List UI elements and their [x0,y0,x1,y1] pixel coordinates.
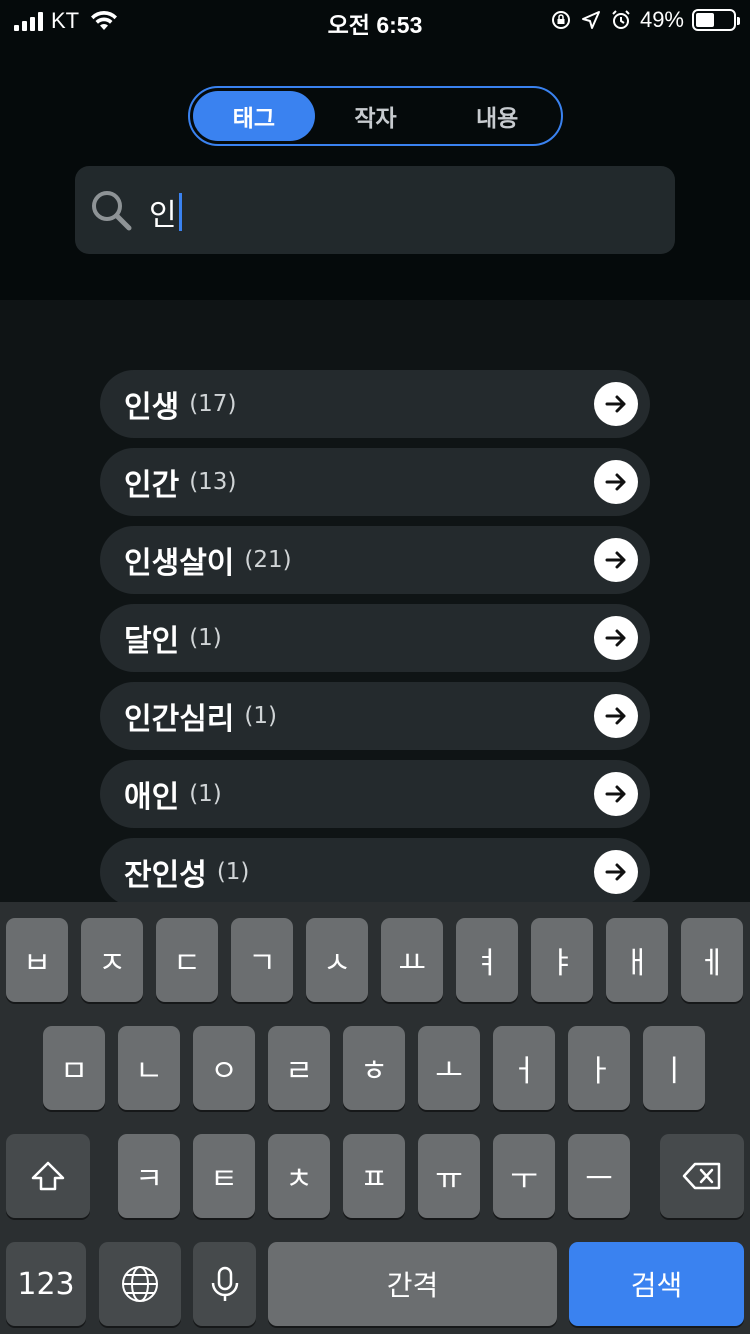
key-10-row1[interactable]: ㅔ [681,918,743,1002]
key-6-row3[interactable]: ㅜ [493,1134,555,1218]
alarm-icon [612,10,630,29]
shift-icon [31,1161,65,1191]
key-5-row3[interactable]: ㅠ [418,1134,480,1218]
result-row[interactable]: 달인 (1) [100,604,650,672]
key-6-row1[interactable]: ㅛ [381,918,443,1002]
result-count: (13) [189,469,237,495]
key-8-row2[interactable]: ㅏ [568,1026,630,1110]
search-key[interactable]: 검색 [569,1242,744,1326]
battery-percent: 49% [639,7,684,32]
search-input[interactable]: 인 [75,166,675,254]
result-row[interactable]: 인생 (17) [100,370,650,438]
numbers-key[interactable]: 123 [6,1242,86,1326]
result-row[interactable]: 인간심리 (1) [100,682,650,750]
key-6-row2[interactable]: ㅗ [418,1026,480,1110]
key-8-row1[interactable]: ㅑ [531,918,593,1002]
key-7-row2[interactable]: ㅓ [493,1026,555,1110]
battery-fill [696,13,714,27]
result-row[interactable]: 잔인성 (1) [100,838,650,906]
key-1-row1[interactable]: ㅂ [6,918,68,1002]
result-count: (1) [244,703,277,729]
result-tag-name: 애인 [124,780,180,815]
arrow-right-icon[interactable] [594,772,638,816]
text-caret [178,193,182,231]
arrow-right-icon[interactable] [594,538,638,582]
tab-tag[interactable]: 태그 [193,91,315,141]
arrow-right-icon[interactable] [594,850,638,894]
backspace-icon [682,1162,721,1190]
result-count: (1) [189,625,222,651]
key-5-row1[interactable]: ㅅ [306,918,368,1002]
backspace-key[interactable] [660,1134,744,1218]
key-3-row3[interactable]: ㅊ [268,1134,330,1218]
search-text[interactable]: 인 [149,190,182,234]
space-key[interactable]: 간격 [268,1242,557,1326]
key-7-row1[interactable]: ㅕ [456,918,518,1002]
search-header: 태그 작자 내용 인 [0,40,750,300]
result-tag-name: 달인 [124,624,180,659]
key-7-row3[interactable]: ㅡ [568,1134,630,1218]
search-mode-tabs: 태그 작자 내용 [188,86,563,146]
tab-author[interactable]: 작자 [315,91,437,141]
key-2-row1[interactable]: ㅈ [81,918,143,1002]
microphone-key[interactable] [193,1242,256,1326]
key-3-row1[interactable]: ㄷ [156,918,218,1002]
search-value: 인 [149,198,177,233]
globe-icon [122,1266,158,1302]
result-tag-name: 잔인성 [124,858,207,893]
result-count: (1) [189,781,222,807]
tab-content[interactable]: 내용 [436,91,558,141]
result-row[interactable]: 인간 (13) [100,448,650,516]
result-tag-name: 인간 [124,468,180,503]
battery-icon [692,9,740,31]
arrow-right-icon[interactable] [594,382,638,426]
result-count: (17) [189,391,237,417]
result-tag-name: 인생 [124,390,180,425]
orientation-lock-icon [551,11,570,29]
location-icon [581,11,600,29]
search-icon [92,191,132,231]
arrow-right-icon[interactable] [594,694,638,738]
key-9-row1[interactable]: ㅐ [606,918,668,1002]
result-row[interactable]: 인생살이 (21) [100,526,650,594]
globe-key[interactable] [99,1242,181,1326]
result-row[interactable]: 애인 (1) [100,760,650,828]
key-2-row2[interactable]: ㄴ [118,1026,180,1110]
status-bar: KT 오전 6:53 49% [0,0,750,40]
tag-results-list: 인생 (17) 인간 (13) 인생살이 (21) 달인 (1) 인간심리 (1) 애인 (1) 잔인성… [100,370,650,916]
shift-key[interactable] [6,1134,90,1218]
key-9-row2[interactable]: ㅣ [643,1026,705,1110]
key-2-row3[interactable]: ㅌ [193,1134,255,1218]
key-1-row3[interactable]: ㅋ [118,1134,180,1218]
korean-keyboard: ㅂㅈㄷㄱㅅㅛㅕㅑㅐㅔㅁㄴㅇㄹㅎㅗㅓㅏㅣㅋㅌㅊㅍㅠㅜㅡ 123 간격 검색 [0,902,750,1334]
result-tag-name: 인간심리 [124,702,235,737]
arrow-right-icon[interactable] [594,460,638,504]
key-3-row2[interactable]: ㅇ [193,1026,255,1110]
status-right: 49% [550,7,740,33]
microphone-icon [211,1266,238,1301]
key-4-row2[interactable]: ㄹ [268,1026,330,1110]
result-tag-name: 인생살이 [124,546,235,581]
key-4-row3[interactable]: ㅍ [343,1134,405,1218]
arrow-right-icon[interactable] [594,616,638,660]
result-count: (1) [216,859,250,885]
key-4-row1[interactable]: ㄱ [231,918,293,1002]
key-1-row2[interactable]: ㅁ [43,1026,105,1110]
result-count: (21) [244,547,292,573]
key-5-row2[interactable]: ㅎ [343,1026,405,1110]
